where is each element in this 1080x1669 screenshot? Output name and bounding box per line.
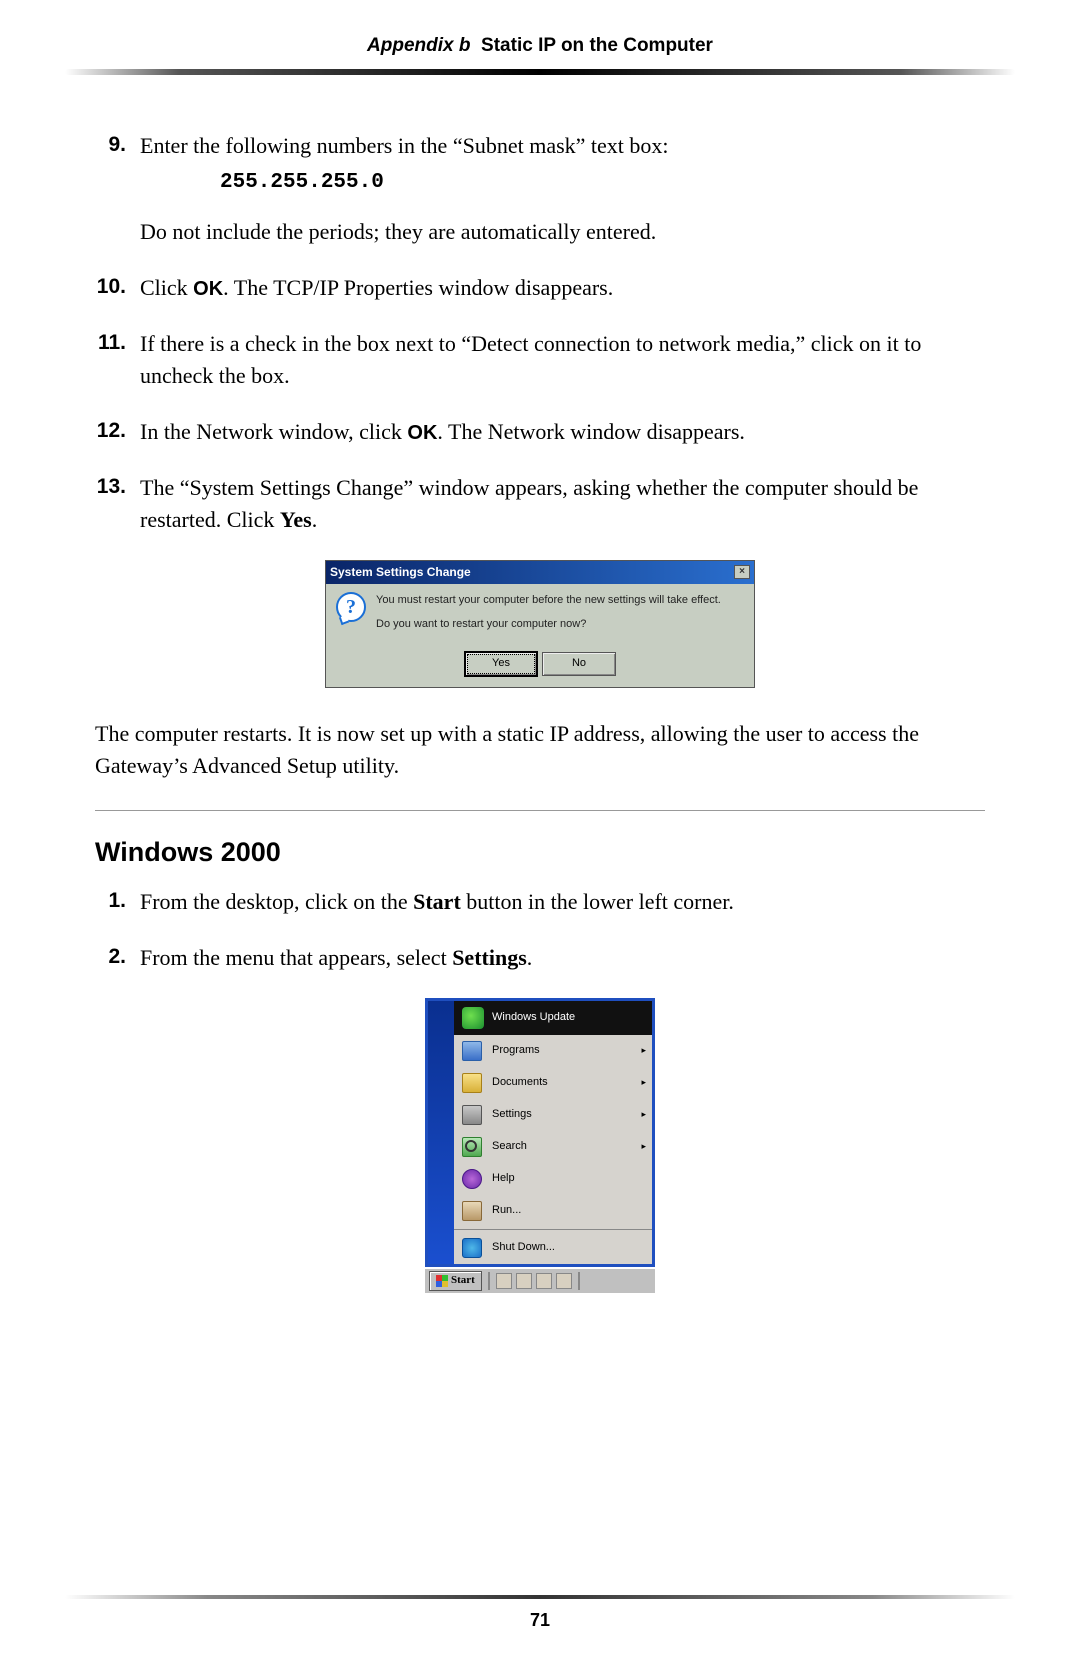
submenu-arrow-icon: ▸: [641, 1076, 646, 1089]
page-header: Appendix b Static IP on the Computer: [0, 0, 1080, 75]
step-number: 11.: [95, 328, 140, 392]
submenu-arrow-icon: ▸: [641, 1108, 646, 1121]
dialog-line2: Do you want to restart your computer now…: [376, 616, 721, 634]
dialog-text: You must restart your computer before th…: [376, 592, 721, 633]
step-12: 12. In the Network window, click OK. The…: [95, 416, 985, 448]
settings-icon: [462, 1105, 482, 1125]
step-number: 12.: [95, 416, 140, 448]
step-note: Do not include the periods; they are aut…: [140, 216, 985, 248]
quicklaunch-icon[interactable]: [516, 1273, 532, 1289]
step-body: Click OK. The TCP/IP Properties window d…: [140, 272, 985, 304]
programs-item[interactable]: Programs ▸: [454, 1035, 652, 1067]
step-body: From the desktop, click on the Start but…: [140, 886, 985, 918]
page-number: 71: [0, 1610, 1080, 1631]
dialog-body: ? You must restart your computer before …: [326, 584, 754, 639]
quicklaunch-icon[interactable]: [536, 1273, 552, 1289]
header-chapter: Static IP on the Computer: [481, 35, 713, 56]
step-body: Enter the following numbers in the “Subn…: [140, 130, 985, 248]
dialog-buttons: YesNo: [326, 639, 754, 687]
start-menu-figure: Windows 2000 Professional Windows Update…: [425, 998, 655, 1293]
programs-icon: [462, 1041, 482, 1061]
search-icon: [462, 1137, 482, 1157]
windows-update-item[interactable]: Windows Update: [454, 1001, 652, 1035]
subnet-mask-value: 255.255.255.0: [220, 168, 985, 198]
dialog-titlebar: System Settings Change ×: [326, 561, 754, 584]
help-item[interactable]: Help: [454, 1163, 652, 1195]
search-item[interactable]: Search ▸: [454, 1131, 652, 1163]
taskbar: Start: [425, 1267, 655, 1293]
close-icon[interactable]: ×: [734, 565, 750, 579]
no-button[interactable]: No: [542, 652, 616, 676]
yes-button[interactable]: Yes: [464, 651, 538, 677]
start-menu-sidebar: Windows 2000 Professional: [428, 1001, 454, 1264]
step-10: 10. Click OK. The TCP/IP Properties wind…: [95, 272, 985, 304]
submenu-arrow-icon: ▸: [641, 1140, 646, 1153]
help-icon: [462, 1169, 482, 1189]
step-number: 2.: [95, 942, 140, 974]
page-content: 9. Enter the following numbers in the “S…: [0, 75, 1080, 1293]
step-9: 9. Enter the following numbers in the “S…: [95, 130, 985, 248]
ok-label: OK: [407, 422, 437, 444]
shutdown-item[interactable]: Shut Down...: [454, 1232, 652, 1264]
quicklaunch-icon[interactable]: [496, 1273, 512, 1289]
settings-item[interactable]: Settings ▸: [454, 1099, 652, 1131]
windows-update-icon: [462, 1007, 484, 1029]
w2k-step-1: 1. From the desktop, click on the Start …: [95, 886, 985, 918]
header-title: Appendix b Static IP on the Computer: [0, 35, 1080, 57]
windows-flag-icon: [436, 1275, 448, 1287]
taskbar-separator: [578, 1272, 580, 1290]
run-icon: [462, 1201, 482, 1221]
start-menu-body: Windows Update Programs ▸ Documents ▸ Se…: [454, 1001, 652, 1264]
start-menu: Windows 2000 Professional Windows Update…: [425, 998, 655, 1267]
windows-2000-heading: Windows 2000: [95, 833, 985, 872]
footer-rule: [65, 1595, 1015, 1599]
shutdown-icon: [462, 1238, 482, 1258]
section-divider: [95, 810, 985, 811]
sidebar-brand: Windows 2000 Professional: [412, 1089, 431, 1258]
restart-paragraph: The computer restarts. It is now set up …: [95, 718, 985, 782]
question-icon: ?: [336, 592, 366, 622]
step-text: Enter the following numbers in the “Subn…: [140, 133, 669, 158]
step-number: 9.: [95, 130, 140, 248]
step-body: From the menu that appears, select Setti…: [140, 942, 985, 974]
quicklaunch-icon[interactable]: [556, 1273, 572, 1289]
step-11: 11. If there is a check in the box next …: [95, 328, 985, 392]
appendix-label: Appendix b: [367, 35, 470, 56]
step-13: 13. The “System Settings Change” window …: [95, 472, 985, 536]
submenu-arrow-icon: ▸: [641, 1044, 646, 1057]
w2k-step-2: 2. From the menu that appears, select Se…: [95, 942, 985, 974]
start-label: Start: [413, 889, 461, 914]
step-body: In the Network window, click OK. The Net…: [140, 416, 985, 448]
system-settings-dialog-figure: System Settings Change × ? You must rest…: [325, 560, 755, 689]
taskbar-separator: [488, 1272, 490, 1290]
step-number: 1.: [95, 886, 140, 918]
documents-icon: [462, 1073, 482, 1093]
step-body: The “System Settings Change” window appe…: [140, 472, 985, 536]
start-button[interactable]: Start: [429, 1271, 482, 1291]
menu-separator: [454, 1229, 652, 1230]
step-body: If there is a check in the box next to “…: [140, 328, 985, 392]
ok-label: OK: [193, 278, 223, 300]
yes-label: Yes: [280, 507, 312, 532]
system-settings-dialog: System Settings Change × ? You must rest…: [325, 560, 755, 689]
dialog-title: System Settings Change: [330, 564, 471, 581]
settings-label: Settings: [452, 945, 527, 970]
step-number: 13.: [95, 472, 140, 536]
run-item[interactable]: Run...: [454, 1195, 652, 1227]
step-number: 10.: [95, 272, 140, 304]
documents-item[interactable]: Documents ▸: [454, 1067, 652, 1099]
dialog-line1: You must restart your computer before th…: [376, 592, 721, 610]
